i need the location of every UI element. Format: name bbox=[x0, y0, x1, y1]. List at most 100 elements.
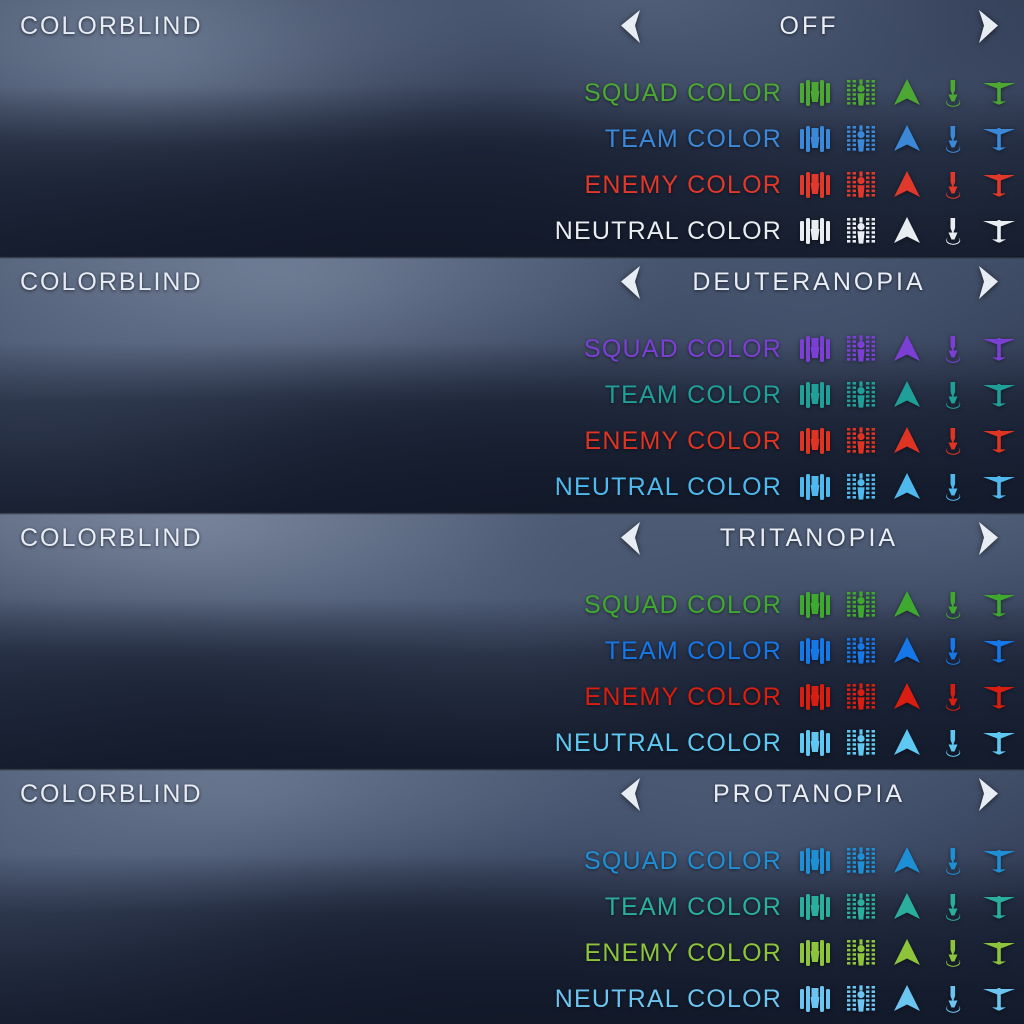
helicopter-icon bbox=[936, 379, 970, 411]
option-value: PROTANOPIA bbox=[712, 779, 906, 808]
chevron-left-icon[interactable] bbox=[612, 518, 646, 558]
option-selector[interactable]: DEUTERANOPIA bbox=[600, 256, 1024, 308]
legend-label: NEUTRAL COLOR bbox=[554, 984, 782, 1013]
airplane-icon bbox=[982, 727, 1016, 759]
infantry-arrow-icon bbox=[890, 169, 924, 201]
chevron-right-icon[interactable] bbox=[972, 262, 1006, 302]
legend-row: NEUTRAL COLOR bbox=[555, 976, 1016, 1022]
legend-label: NEUTRAL COLOR bbox=[554, 728, 782, 757]
legend-icon-set bbox=[798, 983, 1016, 1015]
ifv-icon bbox=[844, 635, 878, 667]
tank-icon bbox=[798, 169, 832, 201]
legend-icon-set bbox=[798, 891, 1016, 923]
airplane-icon bbox=[982, 635, 1016, 667]
ifv-icon bbox=[844, 845, 878, 877]
colorblind-settings-screen: COLORBLIND OFF SQUAD COLOR TEAM COLOR EN… bbox=[0, 0, 1024, 1024]
option-selector[interactable]: TRITANOPIA bbox=[600, 512, 1024, 564]
legend-row: NEUTRAL COLOR bbox=[555, 208, 1016, 254]
ifv-icon bbox=[844, 937, 878, 969]
airplane-icon bbox=[982, 333, 1016, 365]
option-label: COLORBLIND bbox=[20, 267, 203, 296]
ifv-icon bbox=[844, 983, 878, 1015]
legend-icon-set bbox=[798, 77, 1016, 109]
ifv-icon bbox=[844, 379, 878, 411]
tank-icon bbox=[798, 333, 832, 365]
chevron-left-icon[interactable] bbox=[612, 774, 646, 814]
helicopter-icon bbox=[936, 77, 970, 109]
ifv-icon bbox=[844, 425, 878, 457]
infantry-arrow-icon bbox=[890, 215, 924, 247]
color-legend: SQUAD COLOR TEAM COLOR ENEMY COLOR NEUTR… bbox=[555, 582, 1016, 766]
legend-row: SQUAD COLOR bbox=[555, 582, 1016, 628]
helicopter-icon bbox=[936, 727, 970, 759]
helicopter-icon bbox=[936, 471, 970, 503]
ifv-icon bbox=[844, 169, 878, 201]
legend-icon-set bbox=[798, 681, 1016, 713]
option-selector[interactable]: PROTANOPIA bbox=[600, 768, 1024, 820]
option-selector[interactable]: OFF bbox=[600, 0, 1024, 52]
infantry-arrow-icon bbox=[890, 589, 924, 621]
legend-label: SQUAD COLOR bbox=[584, 78, 782, 107]
legend-label: NEUTRAL COLOR bbox=[554, 472, 782, 501]
option-header-row: COLORBLIND OFF bbox=[0, 0, 1024, 52]
option-label: COLORBLIND bbox=[20, 779, 203, 808]
legend-icon-set bbox=[798, 937, 1016, 969]
legend-label: SQUAD COLOR bbox=[584, 590, 782, 619]
ifv-icon bbox=[844, 681, 878, 713]
infantry-arrow-icon bbox=[890, 891, 924, 923]
option-label: COLORBLIND bbox=[20, 11, 203, 40]
legend-icon-set bbox=[798, 845, 1016, 877]
infantry-arrow-icon bbox=[890, 681, 924, 713]
tank-icon bbox=[798, 937, 832, 969]
helicopter-icon bbox=[936, 983, 970, 1015]
chevron-right-icon[interactable] bbox=[972, 518, 1006, 558]
legend-label: TEAM COLOR bbox=[604, 380, 782, 409]
legend-row: ENEMY COLOR bbox=[555, 162, 1016, 208]
ifv-icon bbox=[844, 333, 878, 365]
tank-icon bbox=[798, 681, 832, 713]
color-legend: SQUAD COLOR TEAM COLOR ENEMY COLOR NEUTR… bbox=[555, 838, 1016, 1022]
legend-row: TEAM COLOR bbox=[555, 372, 1016, 418]
legend-icon-set bbox=[798, 333, 1016, 365]
option-value: DEUTERANOPIA bbox=[692, 267, 926, 296]
legend-label: ENEMY COLOR bbox=[584, 170, 782, 199]
legend-row: NEUTRAL COLOR bbox=[555, 720, 1016, 766]
tank-icon bbox=[798, 425, 832, 457]
option-label: COLORBLIND bbox=[20, 523, 203, 552]
tank-icon bbox=[798, 891, 832, 923]
legend-icon-set bbox=[798, 589, 1016, 621]
chevron-right-icon[interactable] bbox=[972, 6, 1006, 46]
airplane-icon bbox=[982, 845, 1016, 877]
infantry-arrow-icon bbox=[890, 937, 924, 969]
helicopter-icon bbox=[936, 635, 970, 667]
legend-row: TEAM COLOR bbox=[555, 884, 1016, 930]
legend-icon-set bbox=[798, 215, 1016, 247]
airplane-icon bbox=[982, 937, 1016, 969]
ifv-icon bbox=[844, 891, 878, 923]
tank-icon bbox=[798, 215, 832, 247]
helicopter-icon bbox=[936, 333, 970, 365]
chevron-right-icon[interactable] bbox=[972, 774, 1006, 814]
helicopter-icon bbox=[936, 215, 970, 247]
airplane-icon bbox=[982, 983, 1016, 1015]
ifv-icon bbox=[844, 589, 878, 621]
legend-icon-set bbox=[798, 471, 1016, 503]
helicopter-icon bbox=[936, 425, 970, 457]
option-header-row: COLORBLIND DEUTERANOPIA bbox=[0, 256, 1024, 308]
legend-icon-set bbox=[798, 425, 1016, 457]
airplane-icon bbox=[982, 891, 1016, 923]
airplane-icon bbox=[982, 589, 1016, 621]
settings-panel: COLORBLIND TRITANOPIA SQUAD COLOR TEAM C bbox=[0, 512, 1024, 768]
chevron-left-icon[interactable] bbox=[612, 6, 646, 46]
legend-row: ENEMY COLOR bbox=[555, 418, 1016, 464]
legend-label: ENEMY COLOR bbox=[584, 938, 782, 967]
option-value: TRITANOPIA bbox=[719, 523, 899, 552]
legend-row: SQUAD COLOR bbox=[555, 326, 1016, 372]
helicopter-icon bbox=[936, 891, 970, 923]
legend-label: SQUAD COLOR bbox=[584, 334, 782, 363]
helicopter-icon bbox=[936, 845, 970, 877]
legend-label: TEAM COLOR bbox=[604, 892, 782, 921]
settings-panel: COLORBLIND OFF SQUAD COLOR TEAM COLOR EN… bbox=[0, 0, 1024, 256]
chevron-left-icon[interactable] bbox=[612, 262, 646, 302]
infantry-arrow-icon bbox=[890, 727, 924, 759]
